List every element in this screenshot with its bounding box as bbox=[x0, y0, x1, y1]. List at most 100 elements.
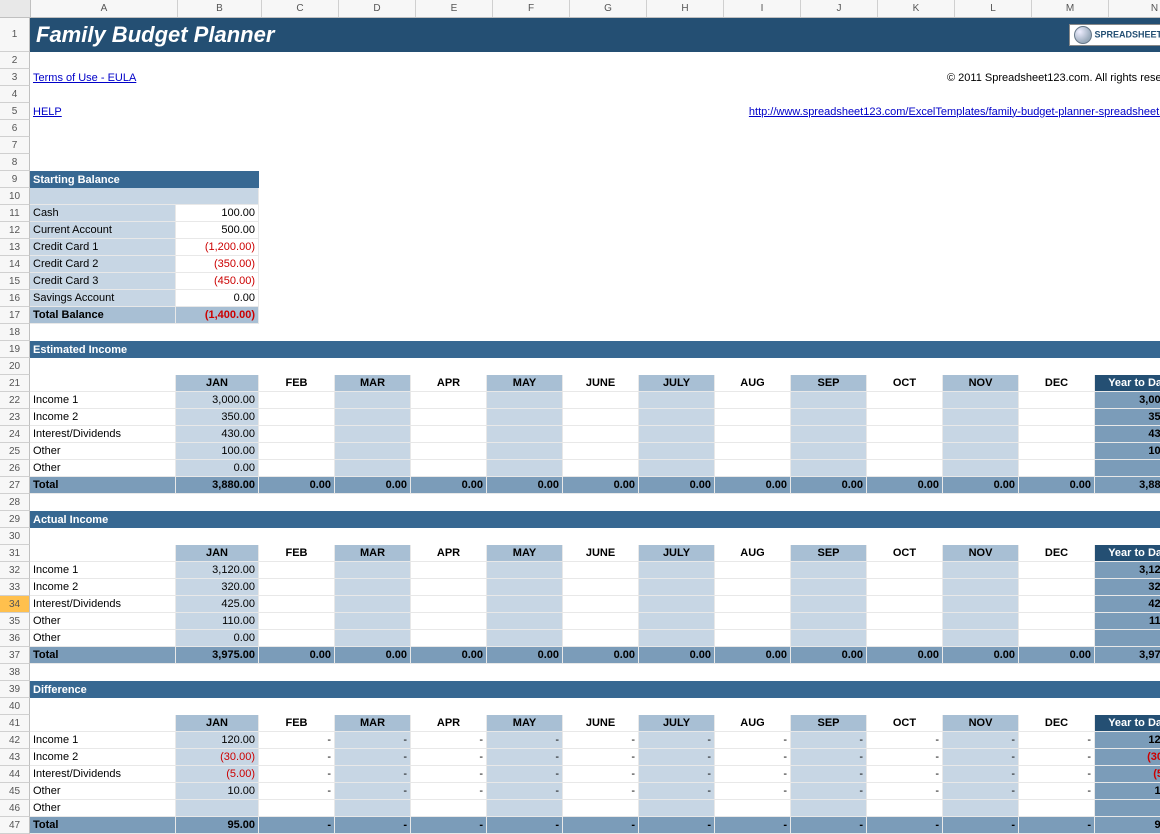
balance-value[interactable]: (1,200.00) bbox=[176, 239, 259, 256]
row-header-40[interactable]: 40 bbox=[0, 698, 30, 715]
data-cell[interactable] bbox=[259, 613, 335, 630]
data-cell[interactable] bbox=[1019, 426, 1095, 443]
data-cell[interactable]: - bbox=[867, 783, 943, 800]
data-cell[interactable] bbox=[639, 392, 715, 409]
col-header-N[interactable]: N bbox=[1109, 0, 1160, 17]
data-cell[interactable]: - bbox=[791, 749, 867, 766]
data-cell[interactable]: 100.00 bbox=[176, 443, 259, 460]
data-cell[interactable]: 120.00 bbox=[176, 732, 259, 749]
data-cell[interactable]: - bbox=[563, 766, 639, 783]
data-cell[interactable] bbox=[259, 800, 335, 817]
data-cell[interactable] bbox=[715, 800, 791, 817]
data-cell[interactable] bbox=[639, 596, 715, 613]
data-cell[interactable]: - bbox=[715, 766, 791, 783]
row-header-37[interactable]: 37 bbox=[0, 647, 30, 664]
data-cell[interactable]: 3,120.00 bbox=[176, 562, 259, 579]
row-header-46[interactable]: 46 bbox=[0, 800, 30, 817]
data-cell[interactable] bbox=[259, 579, 335, 596]
data-cell[interactable] bbox=[487, 409, 563, 426]
data-cell[interactable] bbox=[335, 460, 411, 477]
row-header-27[interactable]: 27 bbox=[0, 477, 30, 494]
data-cell[interactable] bbox=[867, 392, 943, 409]
data-cell[interactable] bbox=[639, 443, 715, 460]
col-header-F[interactable]: F bbox=[493, 0, 570, 17]
row-header-11[interactable]: 11 bbox=[0, 205, 30, 222]
data-cell[interactable] bbox=[943, 460, 1019, 477]
data-cell[interactable]: - bbox=[943, 766, 1019, 783]
data-cell[interactable]: - bbox=[867, 766, 943, 783]
data-cell[interactable] bbox=[487, 426, 563, 443]
row-header-47[interactable]: 47 bbox=[0, 817, 30, 834]
data-cell[interactable]: - bbox=[259, 749, 335, 766]
col-header-J[interactable]: J bbox=[801, 0, 878, 17]
data-cell[interactable] bbox=[563, 562, 639, 579]
data-cell[interactable]: - bbox=[259, 732, 335, 749]
data-cell[interactable] bbox=[943, 426, 1019, 443]
data-cell[interactable]: - bbox=[411, 749, 487, 766]
select-all-corner[interactable] bbox=[0, 0, 31, 17]
data-cell[interactable] bbox=[639, 426, 715, 443]
data-cell[interactable] bbox=[563, 409, 639, 426]
row-header-1[interactable]: 1 bbox=[0, 18, 30, 52]
data-cell[interactable]: - bbox=[791, 783, 867, 800]
data-cell[interactable] bbox=[943, 613, 1019, 630]
data-cell[interactable] bbox=[639, 579, 715, 596]
data-cell[interactable]: - bbox=[1019, 732, 1095, 749]
data-cell[interactable]: - bbox=[943, 783, 1019, 800]
data-cell[interactable] bbox=[943, 579, 1019, 596]
data-cell[interactable] bbox=[176, 800, 259, 817]
data-cell[interactable]: 110.00 bbox=[176, 613, 259, 630]
row-header-43[interactable]: 43 bbox=[0, 749, 30, 766]
data-cell[interactable] bbox=[1019, 613, 1095, 630]
row-header-36[interactable]: 36 bbox=[0, 630, 30, 647]
data-cell[interactable] bbox=[411, 562, 487, 579]
data-cell[interactable] bbox=[791, 409, 867, 426]
col-header-E[interactable]: E bbox=[416, 0, 493, 17]
row-header-41[interactable]: 41 bbox=[0, 715, 30, 732]
data-cell[interactable]: 430.00 bbox=[176, 426, 259, 443]
data-cell[interactable] bbox=[563, 460, 639, 477]
data-cell[interactable] bbox=[867, 596, 943, 613]
data-cell[interactable]: - bbox=[411, 766, 487, 783]
data-cell[interactable] bbox=[791, 392, 867, 409]
data-cell[interactable]: - bbox=[943, 749, 1019, 766]
data-cell[interactable] bbox=[335, 392, 411, 409]
data-cell[interactable]: - bbox=[563, 732, 639, 749]
data-cell[interactable]: - bbox=[563, 783, 639, 800]
data-cell[interactable] bbox=[867, 409, 943, 426]
data-cell[interactable]: - bbox=[487, 732, 563, 749]
col-header-K[interactable]: K bbox=[878, 0, 955, 17]
data-cell[interactable]: 3,000.00 bbox=[176, 392, 259, 409]
data-cell[interactable]: - bbox=[639, 783, 715, 800]
data-cell[interactable] bbox=[867, 443, 943, 460]
data-cell[interactable]: - bbox=[259, 766, 335, 783]
data-cell[interactable] bbox=[335, 596, 411, 613]
data-cell[interactable]: - bbox=[487, 783, 563, 800]
data-cell[interactable]: - bbox=[335, 749, 411, 766]
data-cell[interactable] bbox=[639, 562, 715, 579]
balance-value[interactable]: (350.00) bbox=[176, 256, 259, 273]
data-cell[interactable]: - bbox=[335, 732, 411, 749]
data-cell[interactable] bbox=[715, 562, 791, 579]
data-cell[interactable] bbox=[1019, 392, 1095, 409]
row-header-29[interactable]: 29 bbox=[0, 511, 30, 528]
data-cell[interactable] bbox=[411, 630, 487, 647]
row-header-33[interactable]: 33 bbox=[0, 579, 30, 596]
data-cell[interactable]: (5.00) bbox=[176, 766, 259, 783]
col-header-B[interactable]: B bbox=[178, 0, 262, 17]
data-cell[interactable] bbox=[259, 409, 335, 426]
row-header-10[interactable]: 10 bbox=[0, 188, 30, 205]
data-cell[interactable] bbox=[943, 800, 1019, 817]
data-cell[interactable] bbox=[259, 443, 335, 460]
data-cell[interactable] bbox=[867, 460, 943, 477]
row-header-7[interactable]: 7 bbox=[0, 137, 30, 154]
data-cell[interactable] bbox=[791, 596, 867, 613]
data-cell[interactable] bbox=[411, 443, 487, 460]
data-cell[interactable] bbox=[943, 392, 1019, 409]
row-header-38[interactable]: 38 bbox=[0, 664, 30, 681]
data-cell[interactable] bbox=[563, 630, 639, 647]
col-header-C[interactable]: C bbox=[262, 0, 339, 17]
row-header-3[interactable]: 3 bbox=[0, 69, 30, 86]
data-cell[interactable]: - bbox=[715, 732, 791, 749]
data-cell[interactable]: - bbox=[791, 766, 867, 783]
